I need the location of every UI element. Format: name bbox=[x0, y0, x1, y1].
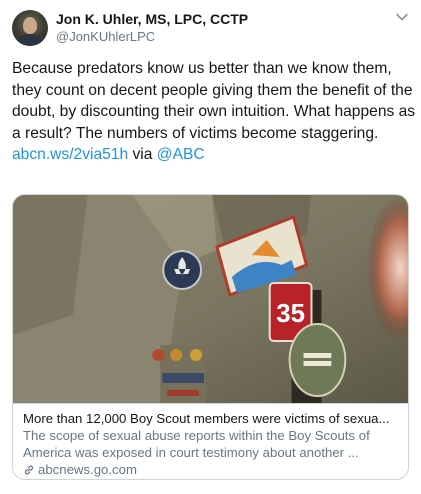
card-domain-text[interactable]: abcnews.go.com bbox=[38, 461, 137, 478]
card-title[interactable]: More than 12,000 Boy Scout members were … bbox=[23, 410, 398, 427]
tweet-text-body: Because predators know us better than we… bbox=[12, 60, 416, 142]
card-image[interactable]: 35 bbox=[13, 195, 408, 403]
tweet-text: Because predators know us better than we… bbox=[12, 58, 416, 166]
tweet-mention[interactable]: @ABC bbox=[157, 146, 205, 163]
card-domain: abcnews.go.com bbox=[23, 461, 398, 478]
card-body: More than 12,000 Boy Scout members were … bbox=[13, 403, 408, 478]
avatar[interactable] bbox=[12, 10, 48, 46]
card-description: The scope of sexual abuse reports within… bbox=[23, 428, 370, 460]
author-names: Jon K. Uhler, MS, LPC, CCTP @JonKUhlerLP… bbox=[56, 10, 248, 46]
chevron-down-icon[interactable] bbox=[395, 10, 409, 24]
avatar-face bbox=[23, 17, 37, 34]
patch-number: 35 bbox=[276, 300, 305, 328]
tweet-header: Jon K. Uhler, MS, LPC, CCTP @JonKUhlerLP… bbox=[12, 8, 411, 48]
tweet: Jon K. Uhler, MS, LPC, CCTP @JonKUhlerLP… bbox=[0, 0, 421, 494]
tweet-text-via: via bbox=[128, 146, 157, 163]
link-icon bbox=[24, 465, 34, 474]
author-handle[interactable]: @JonKUhlerLPC bbox=[56, 28, 248, 46]
author-display-name[interactable]: Jon K. Uhler, MS, LPC, CCTP bbox=[56, 10, 248, 28]
avatar-shoulders bbox=[16, 34, 44, 46]
tweet-link[interactable]: abcn.ws/2via51h bbox=[12, 146, 128, 163]
link-card[interactable]: 35 More than 12,000 Boy Scout members we… bbox=[12, 194, 409, 480]
